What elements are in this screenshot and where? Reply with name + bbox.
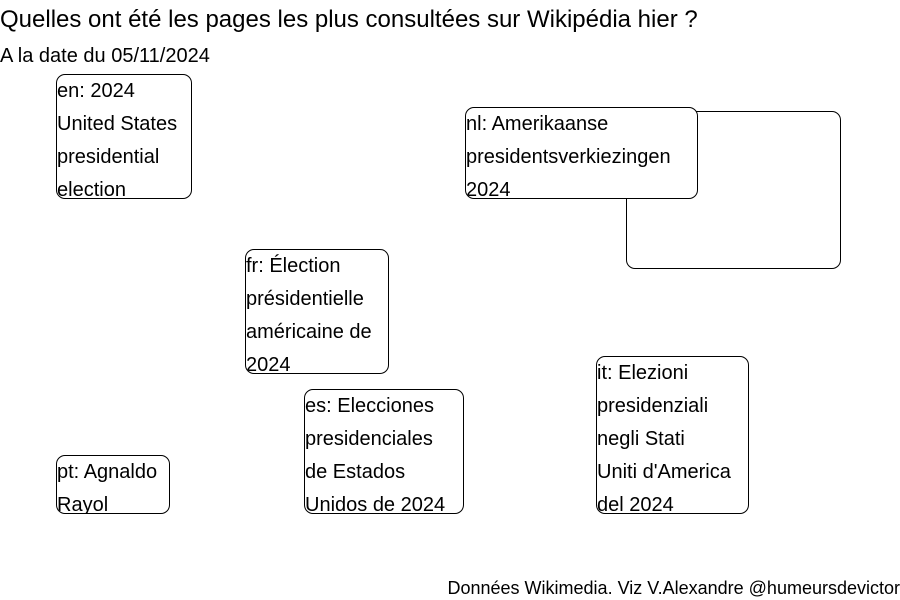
label-it-text: it: Elezioni presidenziali negli Stati U… [597,362,731,514]
label-pt-text: pt: Agnaldo Rayol [57,461,158,514]
label-es: es: Elecciones presidenciales de Estados… [304,389,464,514]
label-nl: nl: Amerikaanse presidentsverkiezingen 2… [465,107,698,199]
label-plot: en: 2024 United States presidential elec… [0,0,900,600]
label-pt: pt: Agnaldo Rayol [56,455,170,514]
label-es-text: es: Elecciones presidenciales de Estados… [305,395,446,514]
label-fr-text: fr: Élection présidentielle américaine d… [246,255,372,374]
label-en-text: en: 2024 United States presidential elec… [57,80,178,199]
label-fr: fr: Élection présidentielle américaine d… [245,249,389,374]
chart-caption: Données Wikimedia. Viz V.Alexandre @hume… [447,578,900,598]
label-it: it: Elezioni presidenziali negli Stati U… [596,356,749,514]
label-nl-text: nl: Amerikaanse presidentsverkiezingen 2… [466,113,671,199]
label-en: en: 2024 United States presidential elec… [56,74,192,199]
